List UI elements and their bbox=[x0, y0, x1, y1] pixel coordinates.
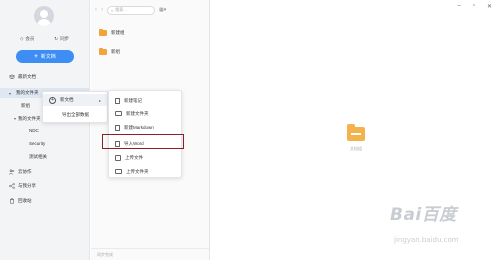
menu-item-new-doc-label: 新文档 bbox=[60, 97, 74, 102]
chevron-right-icon: ▸ bbox=[98, 97, 101, 103]
chevron-down-icon: ▾ bbox=[9, 90, 12, 96]
search-placeholder: 搜索... bbox=[115, 7, 127, 12]
note-icon bbox=[115, 97, 120, 104]
add-circle-icon: + bbox=[49, 96, 56, 104]
submenu-item-label: 新建Markdown bbox=[124, 124, 154, 130]
tree-item-security[interactable]: Security bbox=[29, 141, 45, 146]
list-item[interactable]: 新组 bbox=[99, 47, 120, 55]
nav-my-folder-label: 我的文件夹 bbox=[16, 90, 39, 95]
empty-state: 文档组 bbox=[341, 124, 371, 152]
submenu-item-new-folder[interactable]: 新建文件夹 bbox=[109, 108, 181, 119]
list-item-label: 新建组 bbox=[111, 30, 125, 35]
sidebar: ◇ 会员 ↻ 同步 + 新文档 最新文档 ▾ 我的文件夹 新组 ▾ 我的文件夹 NDC… bbox=[0, 0, 90, 260]
search-icon: ⌕ bbox=[111, 7, 114, 13]
nav-recent-label: 最新文档 bbox=[18, 74, 36, 79]
sync-button[interactable]: ↻ 同步 bbox=[54, 36, 69, 42]
minimize-icon[interactable]: – bbox=[457, 3, 460, 10]
list-item-label: 新组 bbox=[111, 49, 120, 54]
submenu-item-label: 新建文件夹 bbox=[126, 110, 149, 116]
folder-icon bbox=[99, 47, 107, 55]
tree-item-default-folder-label: 我的文件夹 bbox=[18, 116, 41, 121]
submenu-item-upload-file[interactable]: 上传文件 bbox=[109, 152, 181, 163]
main-area: – ▫ ✕ 文档组 Bai百度 jingyan.baidu.com bbox=[211, 0, 500, 260]
chevron-down-icon: ▾ bbox=[14, 116, 17, 121]
context-menu: + 新文档 ▸ 导出全部数据 bbox=[42, 91, 108, 123]
window-controls: – ▫ ✕ bbox=[457, 3, 492, 10]
nav-collab[interactable]: 云协作 bbox=[0, 167, 90, 177]
markdown-icon bbox=[115, 124, 120, 131]
new-doc-label: 新文档 bbox=[40, 54, 56, 60]
upload-folder-icon bbox=[115, 169, 122, 174]
folder-icon bbox=[347, 124, 365, 141]
submenu-item-label: 上传文件 bbox=[125, 154, 143, 160]
menu-item-new-doc[interactable]: + 新文档 ▸ bbox=[43, 94, 107, 106]
list-toolbar: ‹ › ⌕ 搜索... ▦▾ bbox=[91, 4, 209, 16]
users-icon bbox=[9, 169, 15, 175]
upload-file-icon bbox=[115, 154, 121, 161]
tree-item-ndc[interactable]: NDC bbox=[29, 128, 39, 133]
sync-icon: ↻ bbox=[54, 36, 59, 41]
nav-collab-label: 云协作 bbox=[18, 169, 32, 174]
list-item[interactable]: 新建组 bbox=[99, 28, 125, 36]
tree-item-new-group[interactable]: 新组 bbox=[21, 103, 30, 109]
share-icon bbox=[9, 183, 15, 189]
submenu-item-upload-folder[interactable]: 上传文件夹 bbox=[109, 166, 181, 177]
tree-item-test[interactable]: 测试相关 bbox=[29, 154, 47, 160]
menu-item-export-all[interactable]: 导出全部数据 bbox=[43, 109, 107, 121]
tree-item-default-folder[interactable]: ▾ 我的文件夹 bbox=[14, 116, 41, 122]
watermark: Bai百度 jingyan.baidu.com bbox=[384, 194, 494, 254]
submenu-item-new-note[interactable]: 新建笔记 bbox=[109, 95, 181, 106]
account-row: ◇ 会员 ↻ 同步 bbox=[10, 36, 79, 42]
back-arrow-icon[interactable]: ‹ bbox=[95, 7, 97, 13]
close-icon[interactable]: ✕ bbox=[487, 3, 492, 10]
member-button[interactable]: ◇ 会员 bbox=[20, 36, 34, 42]
sync-label: 同步 bbox=[60, 36, 70, 41]
search-input[interactable]: ⌕ 搜索... bbox=[107, 5, 155, 15]
forward-arrow-icon[interactable]: › bbox=[101, 7, 103, 13]
member-label: 会员 bbox=[25, 36, 35, 41]
plus-icon: + bbox=[34, 53, 38, 60]
layers-icon bbox=[8, 74, 16, 80]
submenu-item-new-markdown[interactable]: 新建Markdown bbox=[109, 122, 181, 133]
watermark-logo: Bai百度 bbox=[390, 205, 457, 225]
nav-trash[interactable]: 回收站 bbox=[0, 196, 90, 206]
view-mode-icon[interactable]: ▦▾ bbox=[159, 7, 166, 13]
sync-status: 同步完成 bbox=[91, 248, 209, 260]
highlight-box bbox=[102, 134, 184, 149]
submenu-item-label: 新建笔记 bbox=[124, 97, 142, 103]
watermark-url: jingyan.baidu.com bbox=[394, 236, 459, 244]
submenu-item-label: 上传文件夹 bbox=[126, 168, 149, 174]
empty-text: 文档组 bbox=[350, 146, 362, 151]
trash-icon bbox=[9, 198, 15, 204]
nav-trash-label: 回收站 bbox=[18, 198, 32, 203]
nav-shared-label: 与我分享 bbox=[18, 183, 36, 188]
avatar[interactable] bbox=[34, 6, 54, 26]
folder-icon bbox=[99, 28, 107, 36]
nav-recent[interactable]: 最新文档 bbox=[0, 72, 90, 82]
new-doc-button[interactable]: + 新文档 bbox=[16, 50, 74, 63]
folder-outline-icon bbox=[115, 111, 122, 116]
diamond-icon: ◇ bbox=[19, 36, 24, 41]
nav-shared[interactable]: 与我分享 bbox=[0, 181, 90, 191]
maximize-icon[interactable]: ▫ bbox=[473, 3, 475, 10]
